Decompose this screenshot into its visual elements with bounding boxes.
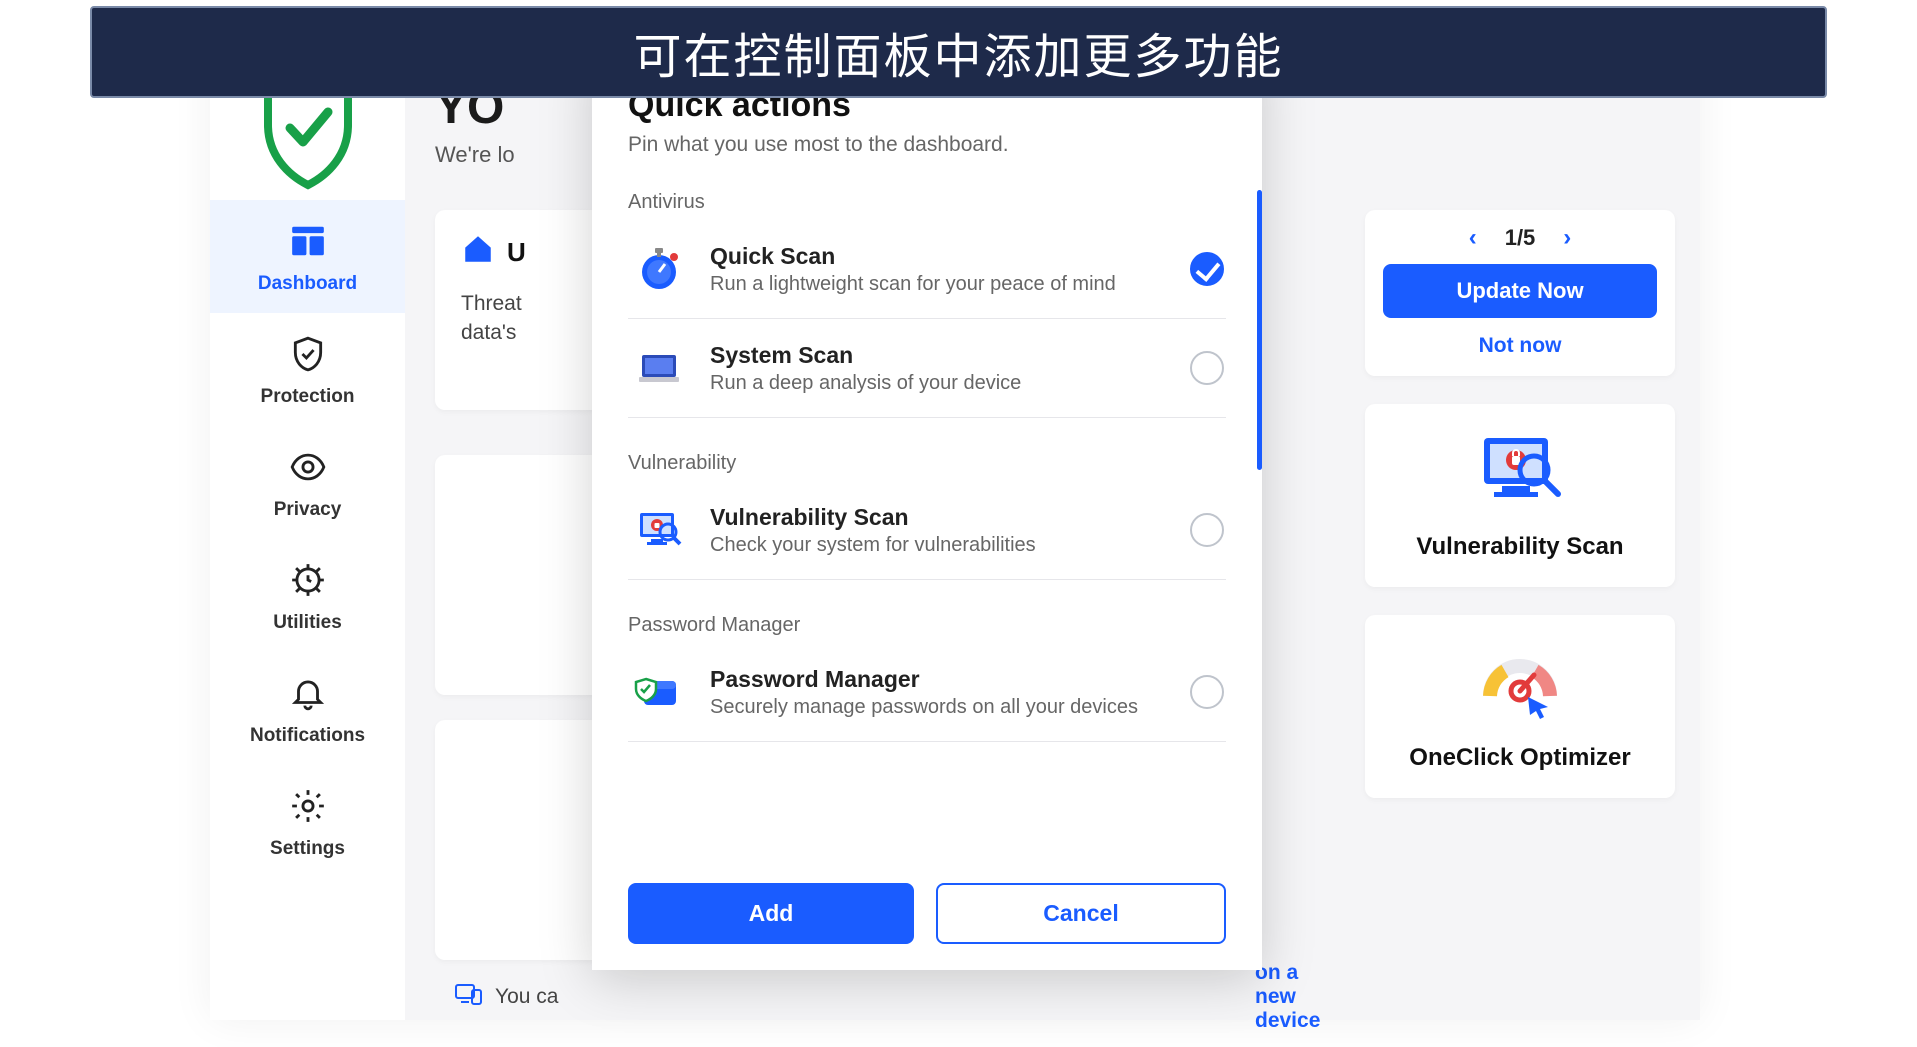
qa-title: Password Manager xyxy=(710,666,1168,693)
sidebar: Dashboard Protection Privacy Utilities N xyxy=(210,50,405,1020)
not-now-link[interactable]: Not now xyxy=(1383,334,1657,358)
update-card: ‹ 1/5 › Update Now Not now xyxy=(1365,210,1675,376)
modal-footer: Add Cancel xyxy=(592,865,1262,970)
sidebar-item-label: Settings xyxy=(270,838,345,860)
bottom-hint: You ca on a new device xyxy=(455,982,570,1012)
qa-item-vulnerability-scan[interactable]: Vulnerability Scan Check your system for… xyxy=(628,481,1226,579)
qa-radio[interactable] xyxy=(1190,675,1224,709)
stopwatch-icon xyxy=(630,240,688,298)
sidebar-item-dashboard[interactable]: Dashboard xyxy=(210,200,405,313)
modal-subtitle: Pin what you use most to the dashboard. xyxy=(628,133,1226,157)
new-device-link[interactable]: on a new device xyxy=(1255,961,1320,1033)
pager-prev[interactable]: ‹ xyxy=(1469,224,1477,252)
gear-icon xyxy=(289,787,327,830)
add-button[interactable]: Add xyxy=(628,883,914,944)
pager: ‹ 1/5 › xyxy=(1383,224,1657,252)
qa-item-quick-scan[interactable]: Quick Scan Run a lightweight scan for yo… xyxy=(628,220,1226,318)
wallet-shield-icon xyxy=(630,663,688,721)
monitor-lock-search-icon xyxy=(1470,497,1570,514)
qa-title: Vulnerability Scan xyxy=(710,504,1168,531)
qa-radio[interactable] xyxy=(1190,513,1224,547)
right-column: ‹ 1/5 › Update Now Not now xyxy=(1365,210,1675,798)
feature-title: OneClick Optimizer xyxy=(1375,744,1665,772)
qa-item-system-scan[interactable]: System Scan Run a deep analysis of your … xyxy=(628,318,1226,417)
pager-count: 1/5 xyxy=(1505,225,1536,251)
devices-icon xyxy=(455,982,483,1012)
card-title: U xyxy=(507,237,526,268)
qa-radio[interactable] xyxy=(1190,351,1224,385)
quick-actions-modal: Quick actions Pin what you use most to t… xyxy=(592,50,1262,970)
shield-check-icon xyxy=(289,335,327,378)
sidebar-item-label: Dashboard xyxy=(258,273,357,295)
feature-card-vulnerability[interactable]: Vulnerability Scan xyxy=(1365,404,1675,587)
sidebar-item-settings[interactable]: Settings xyxy=(210,765,405,878)
monitor-lock-icon xyxy=(630,501,688,559)
sidebar-item-utilities[interactable]: Utilities xyxy=(210,539,405,652)
house-icon xyxy=(461,232,495,273)
banner-text: 可在控制面板中添加更多功能 xyxy=(633,17,1283,87)
qa-title: Quick Scan xyxy=(710,243,1168,270)
hint-prefix: You ca xyxy=(495,985,558,1009)
page-subtitle: We're lo xyxy=(435,142,515,168)
qa-desc: Check your system for vulnerabilities xyxy=(710,534,1168,557)
qa-desc: Securely manage passwords on all your de… xyxy=(710,696,1168,719)
bell-icon xyxy=(289,674,327,717)
qa-radio-checked[interactable] xyxy=(1190,252,1224,286)
sidebar-item-notifications[interactable]: Notifications xyxy=(210,652,405,765)
feature-title: Vulnerability Scan xyxy=(1375,533,1665,561)
sidebar-item-protection[interactable]: Protection xyxy=(210,313,405,426)
cancel-button[interactable]: Cancel xyxy=(936,883,1226,944)
qa-title: System Scan xyxy=(710,342,1168,369)
sidebar-item-label: Privacy xyxy=(274,499,342,521)
section-label-antivirus: Antivirus xyxy=(628,191,1226,214)
feature-card-optimizer[interactable]: OneClick Optimizer xyxy=(1365,615,1675,798)
section-label-password-manager: Password Manager xyxy=(628,614,1226,637)
gauge-cursor-icon xyxy=(1470,708,1570,725)
sidebar-item-privacy[interactable]: Privacy xyxy=(210,426,405,539)
dashboard-icon xyxy=(289,222,327,265)
pager-next[interactable]: › xyxy=(1563,224,1571,252)
section-label-vulnerability: Vulnerability xyxy=(628,452,1226,475)
sidebar-item-label: Utilities xyxy=(273,612,342,634)
gear-time-icon xyxy=(289,561,327,604)
eye-icon xyxy=(289,448,327,491)
sidebar-item-label: Protection xyxy=(261,386,355,408)
qa-desc: Run a lightweight scan for your peace of… xyxy=(710,273,1168,296)
update-now-button[interactable]: Update Now xyxy=(1383,264,1657,318)
top-banner: 可在控制面板中添加更多功能 xyxy=(90,6,1827,98)
qa-item-password-manager[interactable]: Password Manager Securely manage passwor… xyxy=(628,643,1226,741)
sidebar-item-label: Notifications xyxy=(250,725,365,747)
laptop-scan-icon xyxy=(630,339,688,397)
scrollbar[interactable] xyxy=(1257,190,1262,470)
qa-desc: Run a deep analysis of your device xyxy=(710,372,1168,395)
